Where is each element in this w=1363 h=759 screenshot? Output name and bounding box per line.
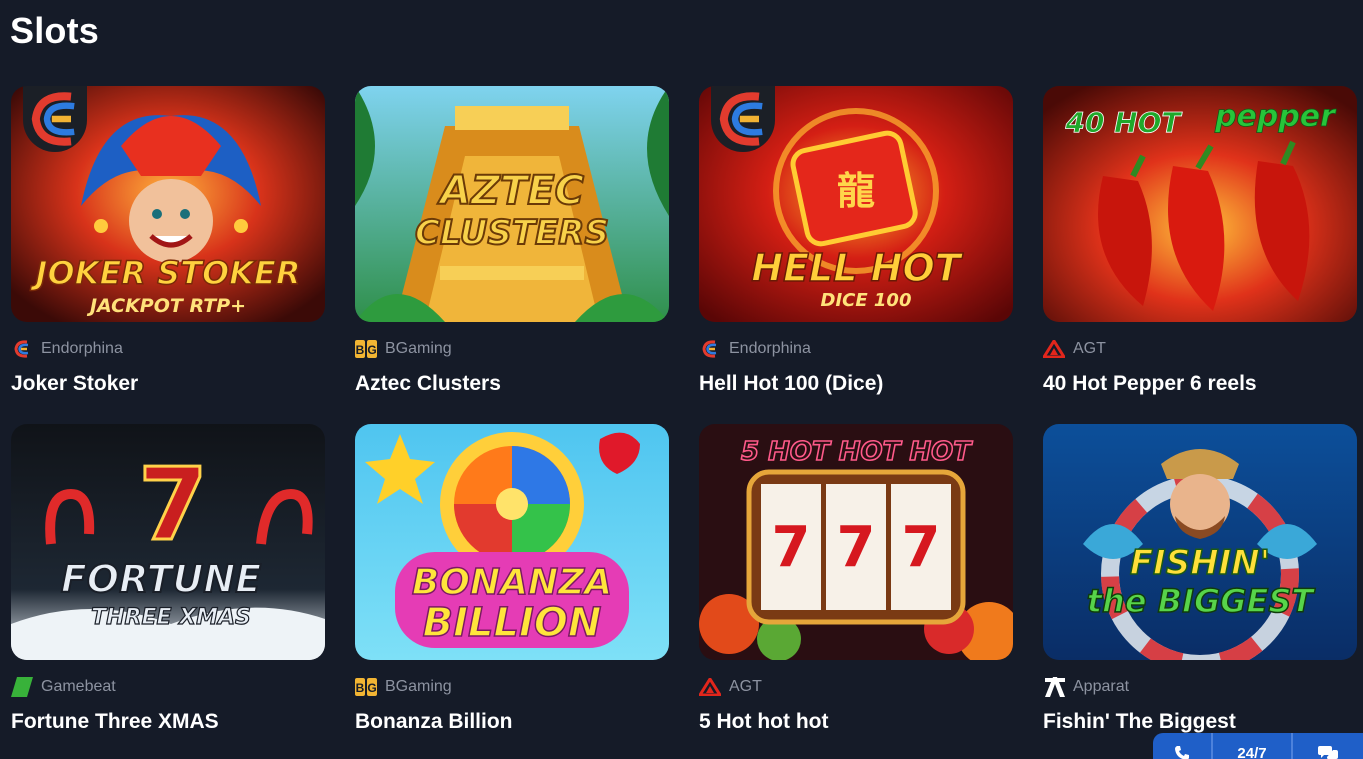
hot-hot-hot-art: 7 7 7 5 HOT HOT HOT bbox=[699, 424, 1013, 660]
svg-text:7: 7 bbox=[837, 515, 876, 580]
art-title: FORTUNE bbox=[61, 557, 261, 601]
endorphina-icon bbox=[699, 339, 721, 359]
svg-text:G: G bbox=[367, 343, 376, 357]
art-title: 40 HOT bbox=[1064, 106, 1182, 139]
chat-button[interactable] bbox=[1293, 733, 1363, 759]
game-card-fortune-three-xmas[interactable]: 7 FORTUNE THREE XMAS Gamebeat Fortune Th… bbox=[11, 424, 327, 734]
provider-row: BG BGaming bbox=[355, 339, 671, 359]
agt-icon bbox=[1043, 339, 1065, 359]
game-card-40-hot-pepper[interactable]: 40 HOT pepper AGT 40 Hot Pepper 6 reels bbox=[1043, 86, 1359, 396]
provider-row: Apparat bbox=[1043, 677, 1359, 697]
game-card-bonanza-billion[interactable]: BONANZA BILLION BG BGaming Bonanza Billi… bbox=[355, 424, 671, 734]
provider-row: AGT bbox=[1043, 339, 1359, 359]
support-bar: 24/7 bbox=[1153, 733, 1363, 759]
phone-icon bbox=[1175, 746, 1189, 759]
chat-icon bbox=[1318, 746, 1338, 759]
art-subtitle: THREE XMAS bbox=[91, 605, 251, 630]
svg-text:龍: 龍 bbox=[837, 169, 875, 213]
endorphina-badge-icon bbox=[23, 86, 87, 152]
game-thumbnail[interactable]: AZTEC CLUSTERS bbox=[355, 86, 669, 322]
provider-name[interactable]: AGT bbox=[729, 678, 762, 696]
provider-name[interactable]: Endorphina bbox=[41, 340, 123, 358]
bgaming-icon: BG bbox=[355, 677, 377, 697]
game-name[interactable]: Aztec Clusters bbox=[355, 372, 671, 396]
art-subtitle: CLUSTERS bbox=[415, 213, 609, 253]
provider-name[interactable]: Endorphina bbox=[729, 340, 811, 358]
agt-icon bbox=[699, 677, 721, 697]
provider-row: Endorphina bbox=[11, 339, 327, 359]
support-label: 24/7 bbox=[1237, 745, 1267, 759]
game-card-joker-stoker[interactable]: JOKER STOKER JACKPOT RTP+ Endorphina Jok… bbox=[11, 86, 327, 396]
svg-text:G: G bbox=[367, 681, 376, 695]
provider-row: Gamebeat bbox=[11, 677, 327, 697]
gamebeat-icon bbox=[11, 677, 33, 697]
game-name[interactable]: Fishin' The Biggest bbox=[1043, 710, 1359, 734]
provider-name[interactable]: BGaming bbox=[385, 340, 452, 358]
game-name[interactable]: 5 Hot hot hot bbox=[699, 710, 1015, 734]
svg-text:B: B bbox=[356, 343, 365, 357]
game-thumbnail[interactable]: BONANZA BILLION bbox=[355, 424, 669, 660]
provider-name[interactable]: Apparat bbox=[1073, 678, 1129, 696]
game-card-aztec-clusters[interactable]: AZTEC CLUSTERS BG BGaming Aztec Clusters bbox=[355, 86, 671, 396]
art-subtitle: JACKPOT RTP+ bbox=[86, 295, 246, 317]
game-thumbnail[interactable]: 7 FORTUNE THREE XMAS bbox=[11, 424, 325, 660]
game-card-5-hot-hot-hot[interactable]: 7 7 7 5 HOT HOT HOT AGT 5 Hot hot hot bbox=[699, 424, 1015, 734]
aztec-clusters-art: AZTEC CLUSTERS bbox=[355, 86, 669, 322]
svg-text:7: 7 bbox=[138, 446, 208, 563]
provider-row: BG BGaming bbox=[355, 677, 671, 697]
support-24-7-button[interactable]: 24/7 bbox=[1213, 733, 1293, 759]
phone-button[interactable] bbox=[1153, 733, 1213, 759]
games-grid: JOKER STOKER JACKPOT RTP+ Endorphina Jok… bbox=[0, 0, 1363, 759]
provider-name[interactable]: AGT bbox=[1073, 340, 1106, 358]
svg-text:B: B bbox=[356, 681, 365, 695]
game-thumbnail[interactable]: 7 7 7 5 HOT HOT HOT bbox=[699, 424, 1013, 660]
art-title: FISHIN' bbox=[1130, 543, 1270, 583]
endorphina-icon bbox=[11, 339, 33, 359]
art-subtitle: DICE 100 bbox=[821, 290, 912, 311]
provider-row: Endorphina bbox=[699, 339, 1015, 359]
art-title: HELL HOT bbox=[751, 246, 964, 290]
bonanza-billion-art: BONANZA BILLION bbox=[355, 424, 669, 660]
apparat-icon bbox=[1043, 677, 1065, 697]
bgaming-icon: BG bbox=[355, 339, 377, 359]
game-thumbnail[interactable]: JOKER STOKER JACKPOT RTP+ bbox=[11, 86, 325, 322]
game-thumbnail[interactable]: 40 HOT pepper bbox=[1043, 86, 1357, 322]
provider-name[interactable]: Gamebeat bbox=[41, 678, 116, 696]
provider-name[interactable]: BGaming bbox=[385, 678, 452, 696]
svg-text:7: 7 bbox=[902, 515, 941, 580]
game-name[interactable]: Fortune Three XMAS bbox=[11, 710, 327, 734]
art-subtitle: BILLION bbox=[423, 600, 602, 646]
game-card-fishin-the-biggest[interactable]: FISHIN' the BIGGEST Apparat Fishin' The … bbox=[1043, 424, 1359, 734]
art-title: AZTEC bbox=[437, 168, 584, 214]
fishin-biggest-art: FISHIN' the BIGGEST bbox=[1043, 424, 1357, 660]
svg-text:7: 7 bbox=[772, 515, 811, 580]
provider-row: AGT bbox=[699, 677, 1015, 697]
art-subtitle: pepper bbox=[1214, 99, 1337, 134]
endorphina-badge-icon bbox=[711, 86, 775, 152]
fortune-three-art: 7 FORTUNE THREE XMAS bbox=[11, 424, 325, 660]
game-name[interactable]: Hell Hot 100 (Dice) bbox=[699, 372, 1015, 396]
art-title: BONANZA bbox=[412, 562, 612, 603]
game-card-hell-hot-100[interactable]: 龍 HELL HOT DICE 100 Endorphina Hell Hot … bbox=[699, 86, 1015, 396]
art-title: 5 HOT HOT HOT bbox=[741, 437, 973, 467]
game-name[interactable]: 40 Hot Pepper 6 reels bbox=[1043, 372, 1359, 396]
game-name[interactable]: Joker Stoker bbox=[11, 372, 327, 396]
game-thumbnail[interactable]: FISHIN' the BIGGEST bbox=[1043, 424, 1357, 660]
game-thumbnail[interactable]: 龍 HELL HOT DICE 100 bbox=[699, 86, 1013, 322]
game-name[interactable]: Bonanza Billion bbox=[355, 710, 671, 734]
hot-pepper-art: 40 HOT pepper bbox=[1043, 86, 1357, 322]
slots-page: Slots JOKER STOKER JACKPOT RTP+ Endorphi… bbox=[0, 0, 1363, 759]
art-title: JOKER STOKER bbox=[30, 254, 301, 292]
art-subtitle: the BIGGEST bbox=[1087, 582, 1316, 620]
